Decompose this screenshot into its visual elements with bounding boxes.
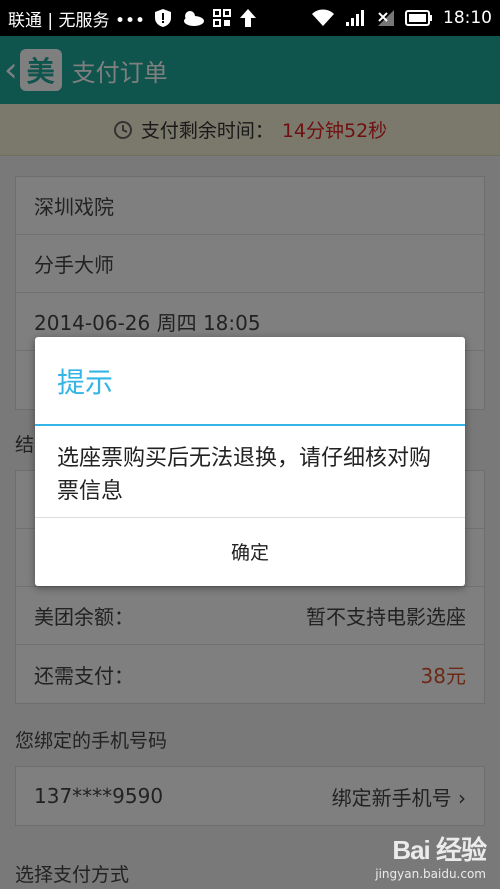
- carrier-text: 联通 | 无服务 •••: [8, 10, 146, 31]
- alert-dialog: 提示 选座票购买后无法退换，请仔细核对购票信息 确定: [35, 337, 465, 586]
- dialog-message: 选座票购买后无法退换，请仔细核对购票信息: [35, 426, 465, 518]
- baidu-watermark: Bai 经验 jingyan.baidu.com: [375, 830, 487, 881]
- wifi-icon: [311, 9, 335, 27]
- app-grid-icon: [213, 9, 232, 27]
- dialog-title: 提示: [35, 337, 465, 426]
- confirm-button[interactable]: 确定: [35, 518, 465, 584]
- clock-time: 18:10: [443, 8, 492, 28]
- watermark-logo: Bai 经验: [392, 835, 487, 865]
- weather-cloud-icon: [181, 9, 205, 27]
- watermark-url: jingyan.baidu.com: [375, 867, 486, 881]
- upload-arrow-icon: [239, 8, 257, 28]
- battery-icon: [405, 10, 433, 26]
- no-signal-icon: [375, 9, 395, 27]
- signal-icon: [345, 9, 365, 27]
- shield-icon: [153, 8, 173, 28]
- status-bar: 联通 | 无服务 ••• 18:10: [0, 0, 500, 36]
